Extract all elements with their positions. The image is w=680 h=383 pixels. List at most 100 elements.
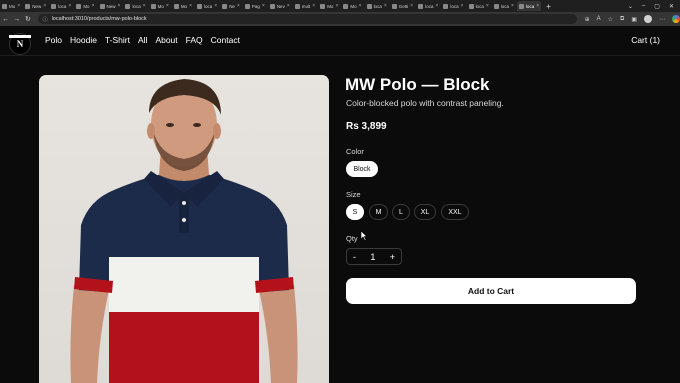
zoom-icon[interactable]: ⊕ — [585, 16, 590, 23]
tab-close-icon[interactable]: × — [189, 3, 192, 9]
new-tab-button[interactable]: + — [542, 2, 555, 11]
qty-value[interactable]: 1 — [370, 252, 375, 262]
minimize-icon[interactable]: – — [642, 3, 645, 10]
toolbar-icons: ⊕ A ☆ ⧉ ▣ ⋯ — [585, 15, 680, 23]
size-option-s[interactable]: S — [346, 204, 364, 220]
browser-tab[interactable]: loca × — [492, 1, 516, 11]
tab-favicon-icon — [468, 3, 474, 9]
browser-toolbar: ← → ↻ ⓘ localhost:3010/products/mw-polo-… — [0, 12, 680, 26]
tab-close-icon[interactable]: × — [237, 3, 240, 9]
browser-tab[interactable]: Getti × — [390, 1, 415, 11]
quantity-stepper: - 1 + — [346, 248, 402, 265]
tab-close-icon[interactable]: × — [166, 3, 169, 9]
nav-link-about[interactable]: About — [155, 35, 177, 45]
tab-close-icon[interactable]: × — [262, 3, 265, 9]
browser-tab[interactable]: Ne × — [220, 1, 242, 11]
browser-tab[interactable]: New × — [23, 1, 48, 11]
size-option-m[interactable]: M — [369, 204, 388, 220]
tab-close-icon[interactable]: × — [410, 3, 413, 9]
site-info-icon[interactable]: ⓘ — [43, 16, 48, 23]
tab-favicon-icon — [443, 3, 449, 9]
profile-avatar[interactable] — [644, 15, 653, 23]
browser-tab[interactable]: Nev × — [268, 1, 292, 11]
browser-tab[interactable]: Mo × — [318, 1, 340, 11]
tab-close-icon[interactable]: × — [92, 3, 95, 9]
forward-icon[interactable]: → — [11, 16, 22, 23]
tab-title: New — [106, 3, 116, 9]
tab-favicon-icon — [173, 3, 179, 9]
tab-close-icon[interactable]: × — [17, 3, 20, 9]
add-to-cart-button[interactable]: Add to Cart — [346, 278, 636, 304]
nav-link-contact[interactable]: Contact — [211, 35, 240, 45]
browser-tab[interactable]: Mo × — [149, 1, 171, 11]
browser-tab[interactable]: loca × — [516, 1, 542, 11]
main-nav: Polo Hoodie T-Shirt All About FAQ Contac… — [45, 35, 240, 45]
browser-tab[interactable]: loca × — [123, 1, 147, 11]
tab-title: Mo — [180, 3, 188, 9]
qty-decrement-button[interactable]: - — [353, 252, 356, 262]
browser-tab[interactable]: loca × — [467, 1, 491, 11]
tab-close-icon[interactable]: × — [118, 3, 121, 9]
read-aloud-icon[interactable]: A — [597, 16, 601, 22]
nav-link-hoodie[interactable]: Hoodie — [70, 35, 97, 45]
size-option-l[interactable]: L — [392, 204, 410, 220]
nav-link-all[interactable]: All — [138, 35, 147, 45]
more-options-icon[interactable]: ⋯ — [659, 16, 665, 23]
star-icon[interactable]: ☆ — [608, 16, 613, 23]
browser-tab[interactable]: loca × — [416, 1, 440, 11]
product-title: MW Polo — Block — [345, 75, 490, 94]
tab-title: mult — [301, 3, 311, 9]
tab-close-icon[interactable]: × — [287, 3, 290, 9]
tab-close-icon[interactable]: × — [536, 3, 539, 9]
tab-favicon-icon — [125, 3, 131, 9]
chevron-down-icon[interactable]: ⌄ — [628, 3, 633, 10]
tab-close-icon[interactable]: × — [335, 3, 338, 9]
browser-tab[interactable]: Mo × — [172, 1, 194, 11]
tab-close-icon[interactable]: × — [511, 3, 514, 9]
nav-link-faq[interactable]: FAQ — [186, 35, 203, 45]
tab-favicon-icon — [493, 3, 499, 9]
tab-close-icon[interactable]: × — [214, 3, 217, 9]
product-subtitle: Color-blocked polo with contrast panelin… — [346, 98, 504, 108]
browser-tab[interactable]: Pag × — [243, 1, 267, 11]
collections-icon[interactable]: ▣ — [631, 16, 637, 23]
back-icon[interactable]: ← — [0, 16, 11, 23]
product-price: Rs 3,899 — [346, 121, 387, 132]
maximize-icon[interactable]: ▢ — [654, 3, 660, 10]
tab-favicon-icon — [99, 3, 105, 9]
tab-close-icon[interactable]: × — [143, 3, 146, 9]
tab-close-icon[interactable]: × — [68, 3, 71, 9]
browser-tab[interactable]: Mo × — [0, 1, 22, 11]
browser-tab[interactable]: loca × — [365, 1, 389, 11]
extensions-icon[interactable]: ⧉ — [620, 16, 624, 23]
browser-tab[interactable]: loca × — [441, 1, 465, 11]
tab-title: New — [32, 3, 42, 9]
nav-link-polo[interactable]: Polo — [45, 35, 62, 45]
tab-close-icon[interactable]: × — [384, 3, 387, 9]
nav-link-tshirt[interactable]: T-Shirt — [105, 35, 130, 45]
tab-close-icon[interactable]: × — [43, 3, 46, 9]
close-icon[interactable]: ✕ — [669, 3, 674, 10]
tab-favicon-icon — [294, 3, 300, 9]
browser-tab[interactable]: New × — [98, 1, 123, 11]
assistant-icon[interactable] — [672, 15, 680, 23]
color-option-block[interactable]: Block — [346, 161, 378, 177]
tab-close-icon[interactable]: × — [312, 3, 315, 9]
browser-tab[interactable]: loca × — [49, 1, 73, 11]
tab-close-icon[interactable]: × — [359, 3, 362, 9]
tab-title: Mo — [9, 3, 16, 9]
qty-increment-button[interactable]: + — [390, 252, 395, 262]
browser-tab[interactable]: Mo × — [74, 1, 96, 11]
browser-tab[interactable]: mult × — [293, 1, 317, 11]
reload-icon[interactable]: ↻ — [22, 15, 33, 23]
browser-tab[interactable]: loca × — [195, 1, 219, 11]
size-option-xxl[interactable]: XXL — [441, 204, 469, 220]
tab-close-icon[interactable]: × — [486, 3, 489, 9]
site-header: N Polo Hoodie T-Shirt All About FAQ Cont… — [0, 26, 680, 56]
address-bar[interactable]: ⓘ localhost:3010/products/mw-polo-block — [37, 14, 577, 24]
size-option-xl[interactable]: XL — [414, 204, 436, 220]
tab-close-icon[interactable]: × — [435, 3, 438, 9]
browser-tab[interactable]: Mo × — [341, 1, 363, 11]
tab-close-icon[interactable]: × — [461, 3, 464, 9]
cart-button[interactable]: Cart (1) — [631, 35, 660, 45]
